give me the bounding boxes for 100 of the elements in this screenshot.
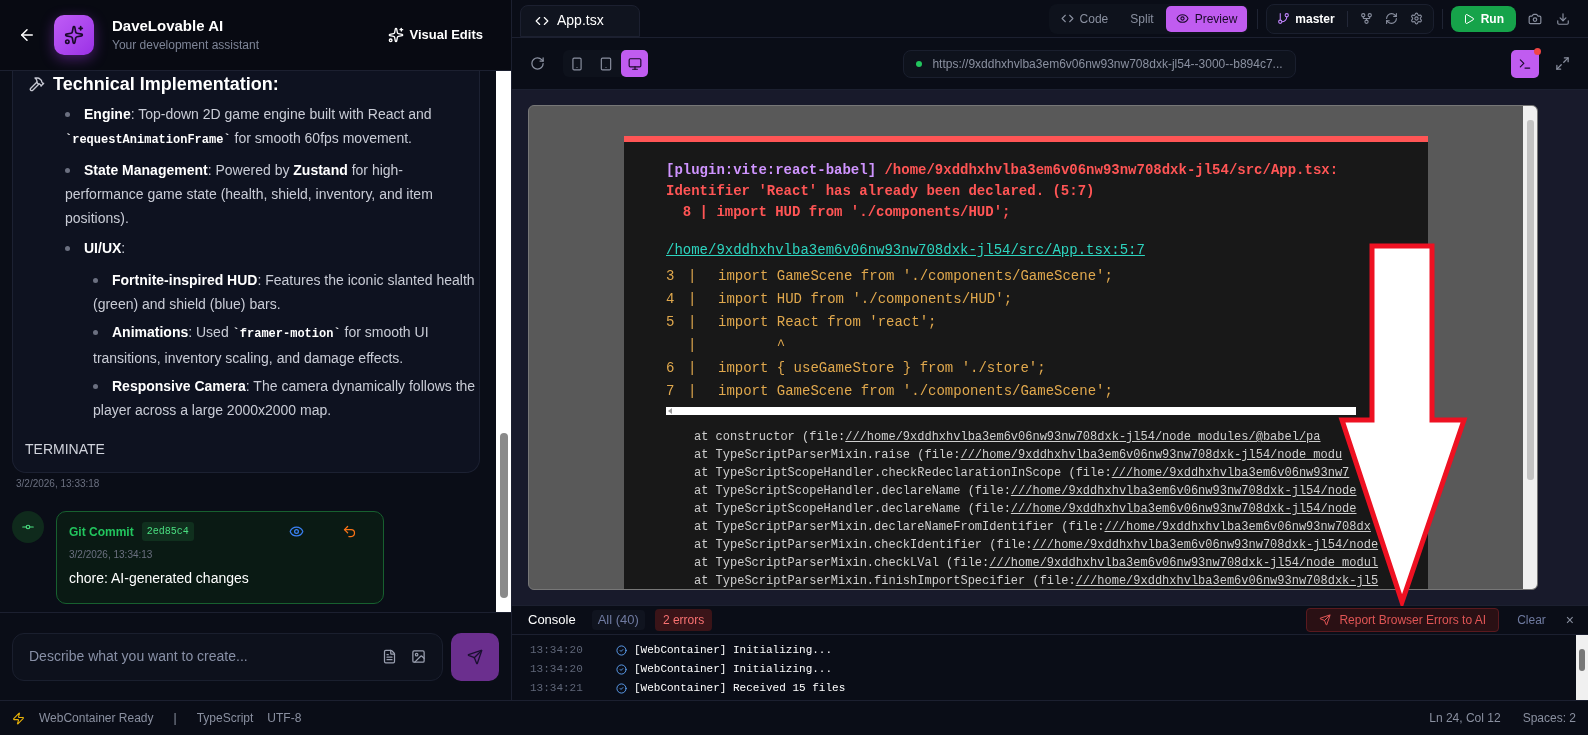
close-button[interactable]: ×: [1565, 609, 1574, 631]
stack-trace-line: at TypeScriptParserMixin.checkLVal (file:///home/9xddhxhvlba3em6v06nw93nw708dxk-jl54/node_modul: [694, 555, 1379, 572]
code-icon: [1060, 12, 1074, 25]
clear-button[interactable]: Clear: [1517, 611, 1546, 629]
file-link[interactable]: /home/9xddhxhvlba3em6v06nw93nw708dxk-jl54/src/App.tsx:5:7: [666, 240, 1145, 261]
desktop-icon: [627, 56, 642, 71]
branch-button[interactable]: master: [1277, 9, 1335, 28]
message-footer: TERMINATE: [13, 427, 479, 460]
error-excerpt: 8 | import HUD from './components/HUD';: [681, 203, 1012, 222]
gutter-separator-text: |: [688, 267, 697, 286]
status-text: WebContainer Ready: [39, 710, 154, 727]
log-text: [WebContainer] Initializing...: [634, 662, 833, 678]
line-number: 3: [666, 267, 675, 286]
scrollbar[interactable]: [1523, 106, 1537, 589]
file-icon[interactable]: [382, 649, 397, 664]
fork-icon[interactable]: [1359, 12, 1373, 25]
bullet-icon: [65, 167, 70, 173]
terminal-button[interactable]: [1511, 49, 1539, 78]
url-field[interactable]: https://9xddhxhvlba3em6v06nw93nw708dxk-jl54--3000--b894c7...: [903, 49, 1296, 78]
stack-trace-line: at TypeScriptParserMixin.declareNameFromIdentifier (file:///home/9xddhxhvlba3em6v06nw93nw708dx: [694, 519, 1371, 536]
file-tab[interactable]: App.tsx: [520, 4, 640, 37]
console-tab[interactable]: All (40): [591, 610, 645, 630]
reload-icon[interactable]: [530, 56, 545, 71]
status-text: UTF-8: [267, 710, 302, 727]
send-icon: [467, 648, 483, 665]
commit-message: chore: AI-generated changes: [69, 569, 250, 588]
stack-trace-line: at TypeScriptScopeHandler.declareName (file:///home/9xddhxhvlba3em6v06nw93nw708dxk-jl54/node: [694, 501, 1357, 518]
visual-edits-button[interactable]: Visual Edits: [387, 25, 493, 45]
view-mode-tab[interactable]: Split: [1120, 5, 1164, 32]
log-text: [WebContainer] Initializing...: [634, 643, 833, 659]
stack-trace-line: at TypeScriptScopeHandler.declareName (file:///home/9xddhxhvlba3em6v06nw93nw708dxk-jl54/node: [694, 483, 1357, 500]
run-button[interactable]: Run: [1450, 5, 1516, 32]
log-time: 13:34:21: [530, 681, 584, 697]
scrollbar[interactable]: [496, 71, 511, 612]
back-icon[interactable]: [18, 26, 36, 44]
refresh-icon[interactable]: [1384, 12, 1398, 25]
undo-icon[interactable]: [342, 524, 357, 539]
gutter-separator-text: |: [688, 359, 697, 378]
device-button[interactable]: [621, 50, 648, 77]
message-timestamp: 3/2/2026, 13:33:18: [15, 477, 101, 491]
error-count-badge: 2 errors: [654, 609, 713, 631]
tablet-icon: [598, 56, 613, 71]
settings-icon[interactable]: [1409, 12, 1423, 25]
message-heading: Technical Implementation:: [53, 73, 279, 95]
code-line: import GameScene from './components/GameScene';: [718, 267, 1113, 286]
bullet-icon: [93, 329, 98, 335]
play-icon: [1462, 12, 1475, 25]
commit-hash: 2ed85c4: [141, 522, 194, 541]
prompt-box[interactable]: Describe what you want to create...: [12, 632, 443, 681]
status-text: TypeScript: [196, 710, 254, 727]
gutter-separator-text: |: [688, 382, 697, 401]
view-mode-tab[interactable]: Preview: [1165, 5, 1248, 32]
line-number: 6: [666, 359, 675, 378]
stack-trace-line: at constructor (file:///home/9xddhxhvlba3em6v06nw93nw708dxk-jl54/node_modules/@babel/pa: [694, 429, 1321, 446]
lightning-icon: [12, 711, 25, 725]
image-icon[interactable]: [411, 649, 426, 664]
log-time: 13:34:20: [530, 662, 584, 678]
commit-time: 3/2/2026, 13:34:13: [69, 548, 154, 562]
error-message: [plugin:vite:react-babel] /home/9xddhxhvlba3em6v06nw93nw708dxk-jl54/src/App.tsx: Identifier 'React' has already been declared. (5:7): [666, 161, 1340, 201]
url-text: https://9xddhxhvlba3em6v06nw93nw708dxk-jl54--3000--b894c7...: [932, 55, 1283, 73]
send-icon: [1319, 614, 1332, 626]
stack-trace-line: at TypeScriptParserMixin.raise (file:///home/9xddhxhvlba3em6v06nw93nw708dxk-jl54/node_modu: [694, 447, 1343, 464]
scrollbar[interactable]: [1576, 635, 1588, 700]
branch-icon: [1277, 12, 1291, 25]
camera-icon[interactable]: [1528, 11, 1542, 26]
console-tab[interactable]: Console: [522, 610, 582, 630]
check-icon: [616, 645, 627, 656]
line-number: 7: [666, 382, 675, 401]
code-line: ^: [775, 336, 786, 355]
assistant-name: DaveLovable AI: [112, 16, 225, 36]
log-text: [WebContainer] Received 15 files: [634, 681, 846, 697]
eye-icon: [1175, 12, 1189, 25]
status-text: Ln 24, Col 12: [1429, 710, 1501, 727]
list-item: UI/UX:: [65, 235, 126, 261]
list-item: Animations: Used `framer-motion` for smooth UI transitions, inventory scaling, and damage effects.: [93, 323, 430, 368]
download-icon[interactable]: [1556, 11, 1570, 26]
status-text: Spaces: 2: [1522, 710, 1576, 727]
check-icon: [616, 683, 627, 694]
expand-icon[interactable]: [1555, 56, 1570, 71]
phone-icon: [569, 56, 584, 71]
horizontal-scrollbar[interactable]: [666, 407, 1356, 415]
commit-title: Git Commit: [69, 523, 134, 541]
list-item: Engine: Top-down 2D game engine built with React and `requestAnimationFrame` for smooth 60fps movement.: [65, 105, 433, 149]
status-text: |: [173, 710, 177, 727]
stack-trace-line: at TypeScriptParserMixin.checkIdentifier (file:///home/9xddhxhvlba3em6v06nw93nw708dxk-jl54/node: [694, 537, 1379, 554]
report-errors-button[interactable]: Report Browser Errors to AI: [1306, 608, 1500, 632]
list-item: Responsive Camera: The camera dynamically follows the player across a large 2000x2000 map.: [93, 377, 477, 420]
view-mode-tab[interactable]: Code: [1050, 5, 1119, 32]
terminal-icon: [1518, 56, 1532, 71]
log-time: 13:34:20: [530, 643, 584, 659]
code-line: import GameScene from './components/GameScene';: [718, 382, 1113, 401]
code-line: import React from 'react';: [718, 313, 937, 332]
gutter-separator-text: |: [688, 290, 697, 309]
code-line: import { useGameStore } from './store';: [718, 359, 1046, 378]
bullet-icon: [65, 111, 70, 117]
bullet-icon: [93, 277, 98, 283]
view-icon[interactable]: [289, 524, 304, 539]
prompt-field[interactable]: Describe what you want to create...: [29, 646, 368, 667]
check-icon: [616, 664, 627, 675]
hammer-icon: [29, 76, 45, 92]
